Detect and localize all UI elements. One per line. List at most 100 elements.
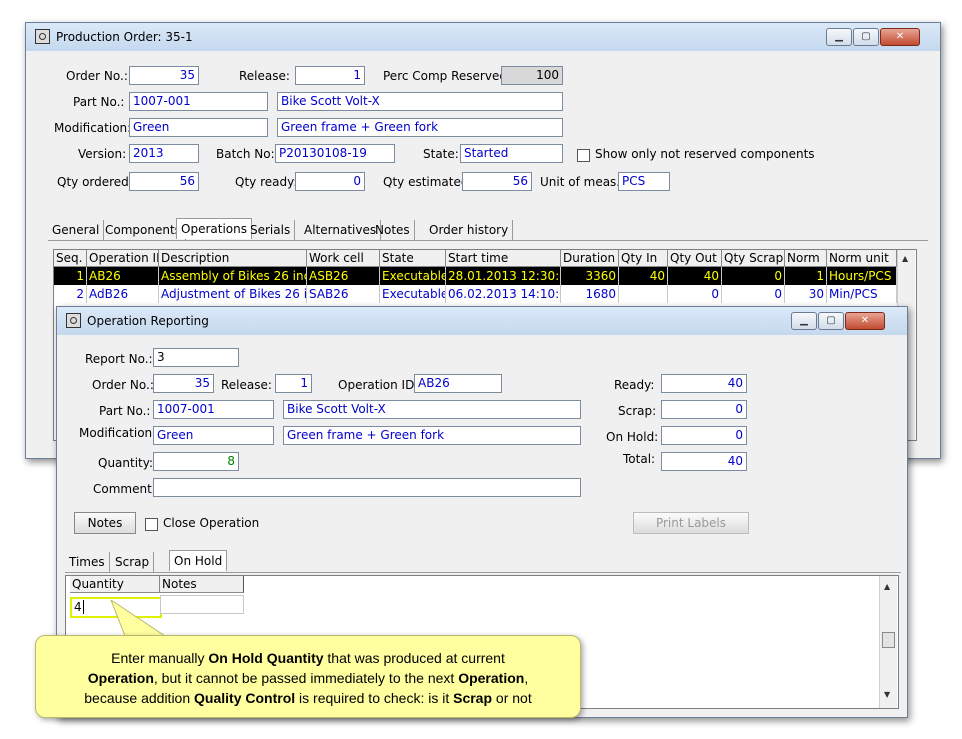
report-order-no-field[interactable]: 35 <box>153 374 214 393</box>
operation-id-field[interactable]: AB26 <box>414 374 502 393</box>
report-no-field[interactable]: 3 <box>153 348 239 367</box>
version-field[interactable]: 2013 <box>129 144 199 163</box>
close-icon[interactable]: ✕ <box>845 312 885 330</box>
comment-field[interactable] <box>153 478 581 497</box>
app-icon <box>35 29 50 44</box>
order-no-label: Order No.: <box>66 69 128 83</box>
qty-ready-field[interactable]: 0 <box>295 172 365 191</box>
callout-bold: On Hold Quantity <box>208 650 324 666</box>
callout-line-1: Enter manually On Hold Quantity that was… <box>36 648 580 668</box>
scrap-field[interactable]: 0 <box>661 400 747 419</box>
report-order-no-label: Order No.: <box>92 378 154 392</box>
col-state[interactable]: State <box>380 250 446 267</box>
col-qty-scrap[interactable]: Qty Scrap <box>722 250 785 267</box>
cell-norm-unit: Hours/PCS <box>827 267 897 285</box>
main-title-bar[interactable]: Production Order: 35-1 ▁ ▢ ✕ <box>26 23 940 51</box>
print-labels-button[interactable]: Print Labels <box>633 512 749 534</box>
close-operation-checkbox[interactable] <box>145 518 158 531</box>
part-description-field[interactable]: Bike Scott Volt-X <box>277 92 563 111</box>
total-field[interactable]: 40 <box>661 452 747 471</box>
state-field[interactable]: Started <box>460 144 563 163</box>
report-modification-description-field[interactable]: Green frame + Green fork <box>283 426 581 445</box>
cell-qty-in: 40 <box>619 267 668 285</box>
modification-label: Modification: <box>54 121 132 135</box>
cell-duration: 3360 <box>561 267 619 285</box>
modification-description-field[interactable]: Green frame + Green fork <box>277 118 563 137</box>
notes-button[interactable]: Notes <box>74 512 136 534</box>
report-release-label: Release: <box>221 378 272 392</box>
tab-serials[interactable]: Serials <box>246 220 296 240</box>
unit-of-meas-field[interactable]: PCS <box>618 172 670 191</box>
modification-field[interactable]: Green <box>129 118 268 137</box>
qty-ready-label: Qty ready: <box>235 175 298 189</box>
report-no-label: Report No.: <box>85 352 153 366</box>
scroll-up-icon[interactable]: ▲ <box>884 582 890 591</box>
maximize-icon[interactable]: ▢ <box>818 312 844 330</box>
callout-text: is required to check: is it <box>295 690 454 706</box>
tab-alternatives[interactable]: Alternatives <box>300 220 382 240</box>
report-release-field[interactable]: 1 <box>275 374 312 393</box>
show-only-not-reserved-checkbox[interactable] <box>577 149 590 162</box>
col-quantity[interactable]: Quantity <box>70 576 160 593</box>
table-row[interactable]: 2 AdB26 Adjustment of Bikes 26 inch SAB2… <box>54 285 897 303</box>
col-duration[interactable]: Duration <box>561 250 619 267</box>
qty-ordered-label: Qty ordered: <box>57 175 133 189</box>
tab-components[interactable]: Components <box>101 220 186 240</box>
order-no-field[interactable]: 35 <box>129 66 199 85</box>
cell-qty-scrap: 0 <box>722 267 785 285</box>
col-operation-id[interactable]: Operation ID <box>87 250 159 267</box>
on-hold-notes-cell[interactable] <box>160 595 244 614</box>
minimize-icon[interactable]: ▁ <box>826 28 852 46</box>
col-description[interactable]: Description <box>159 250 307 267</box>
col-notes[interactable]: Notes <box>160 576 244 593</box>
tab-operations[interactable]: Operations <box>176 218 252 239</box>
report-part-no-field[interactable]: 1007-001 <box>153 400 274 419</box>
tab-notes[interactable]: Notes <box>371 220 415 240</box>
close-operation-label: Close Operation <box>163 516 260 530</box>
ready-field[interactable]: 40 <box>661 374 747 393</box>
quantity-field[interactable]: 8 <box>153 452 239 471</box>
tab-general[interactable]: General <box>48 220 105 240</box>
on-hold-grid-scrollbar[interactable]: ▲ ▼ <box>879 576 897 708</box>
scroll-thumb[interactable] <box>882 632 895 648</box>
report-part-no-label: Part No.: <box>99 404 151 418</box>
batch-no-field[interactable]: P20130108-19 <box>275 144 395 163</box>
col-norm[interactable]: Norm <box>785 250 827 267</box>
total-label: Total: <box>623 452 656 466</box>
tab-on-hold[interactable]: On Hold <box>169 550 228 571</box>
scroll-up-icon[interactable]: ▲ <box>902 254 908 263</box>
col-start-time[interactable]: Start time <box>446 250 561 267</box>
operation-id-label: Operation ID: <box>338 378 419 392</box>
col-qty-in[interactable]: Qty In <box>619 250 668 267</box>
cell-qty-out: 0 <box>668 285 722 303</box>
tab-scrap[interactable]: Scrap <box>111 552 155 572</box>
version-label: Version: <box>78 147 127 161</box>
col-seq[interactable]: Seq. <box>54 250 87 267</box>
cell-state: Executable <box>380 267 446 285</box>
callout-pointer <box>110 600 165 637</box>
tab-order-history[interactable]: Order history <box>425 220 514 240</box>
report-modification-field[interactable]: Green <box>153 426 274 445</box>
tab-times[interactable]: Times <box>65 552 110 572</box>
qty-estimated-field[interactable]: 56 <box>462 172 532 191</box>
qty-ordered-field[interactable]: 56 <box>129 172 199 191</box>
minimize-icon[interactable]: ▁ <box>791 312 817 330</box>
col-qty-out[interactable]: Qty Out <box>668 250 722 267</box>
hint-callout: Enter manually On Hold Quantity that was… <box>35 635 581 718</box>
table-row[interactable]: 1 AB26 Assembly of Bikes 26 inch ASB26 E… <box>54 267 897 285</box>
on-hold-field[interactable]: 0 <box>661 426 747 445</box>
report-tab-strip: Times Scrap On Hold <box>65 550 901 573</box>
main-window-title: Production Order: 35-1 <box>56 30 193 44</box>
release-label: Release: <box>239 69 290 83</box>
col-work-cell[interactable]: Work cell <box>307 250 380 267</box>
perc-comp-reserved-field: 100 <box>501 66 563 85</box>
close-icon[interactable]: ✕ <box>880 28 920 46</box>
report-title-bar[interactable]: Operation Reporting ▁ ▢ ✕ <box>57 307 907 335</box>
scroll-down-icon[interactable]: ▼ <box>884 690 890 699</box>
release-field[interactable]: 1 <box>295 66 365 85</box>
cell-seq: 2 <box>54 285 87 303</box>
part-no-field[interactable]: 1007-001 <box>129 92 268 111</box>
col-norm-unit[interactable]: Norm unit <box>827 250 897 267</box>
maximize-icon[interactable]: ▢ <box>853 28 879 46</box>
report-part-description-field[interactable]: Bike Scott Volt-X <box>283 400 581 419</box>
